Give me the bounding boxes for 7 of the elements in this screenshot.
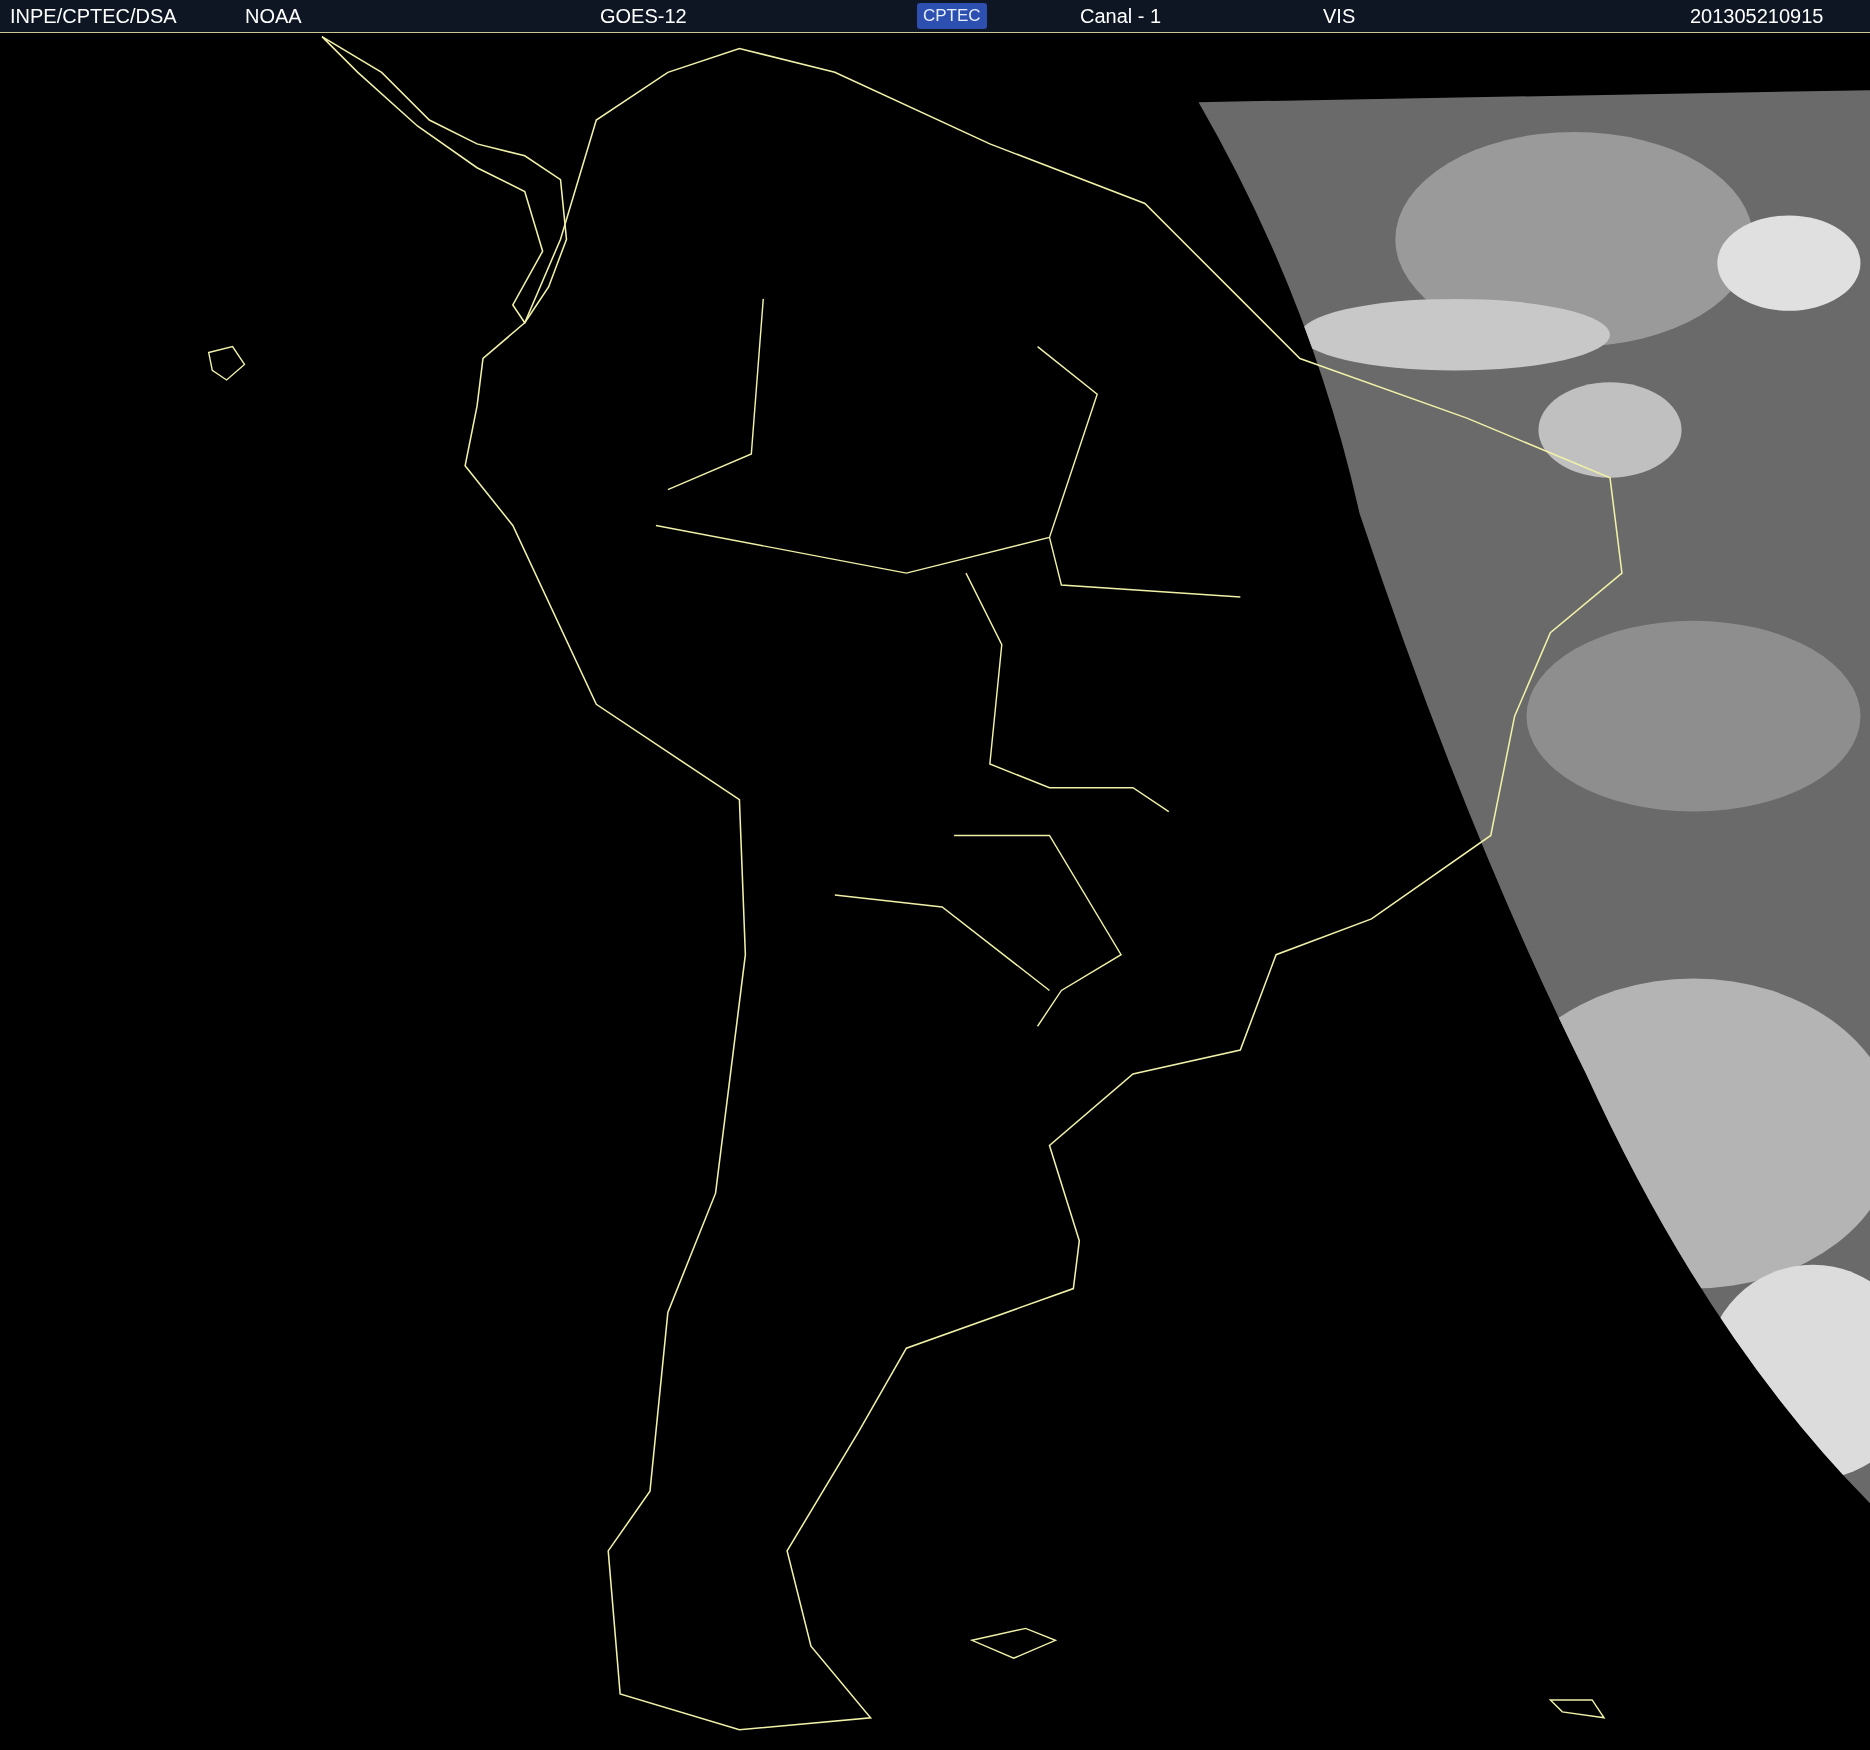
header-label: NOAA bbox=[245, 4, 302, 28]
logo-badge: CPTEC bbox=[917, 3, 987, 29]
header-label: Canal - 1 bbox=[1080, 4, 1162, 28]
header-label: INPE/CPTEC/DSA bbox=[10, 4, 177, 28]
header-label: VIS bbox=[1323, 4, 1356, 28]
header-label: GOES-12 bbox=[600, 4, 687, 28]
header-label: 201305210915 bbox=[1690, 4, 1824, 28]
